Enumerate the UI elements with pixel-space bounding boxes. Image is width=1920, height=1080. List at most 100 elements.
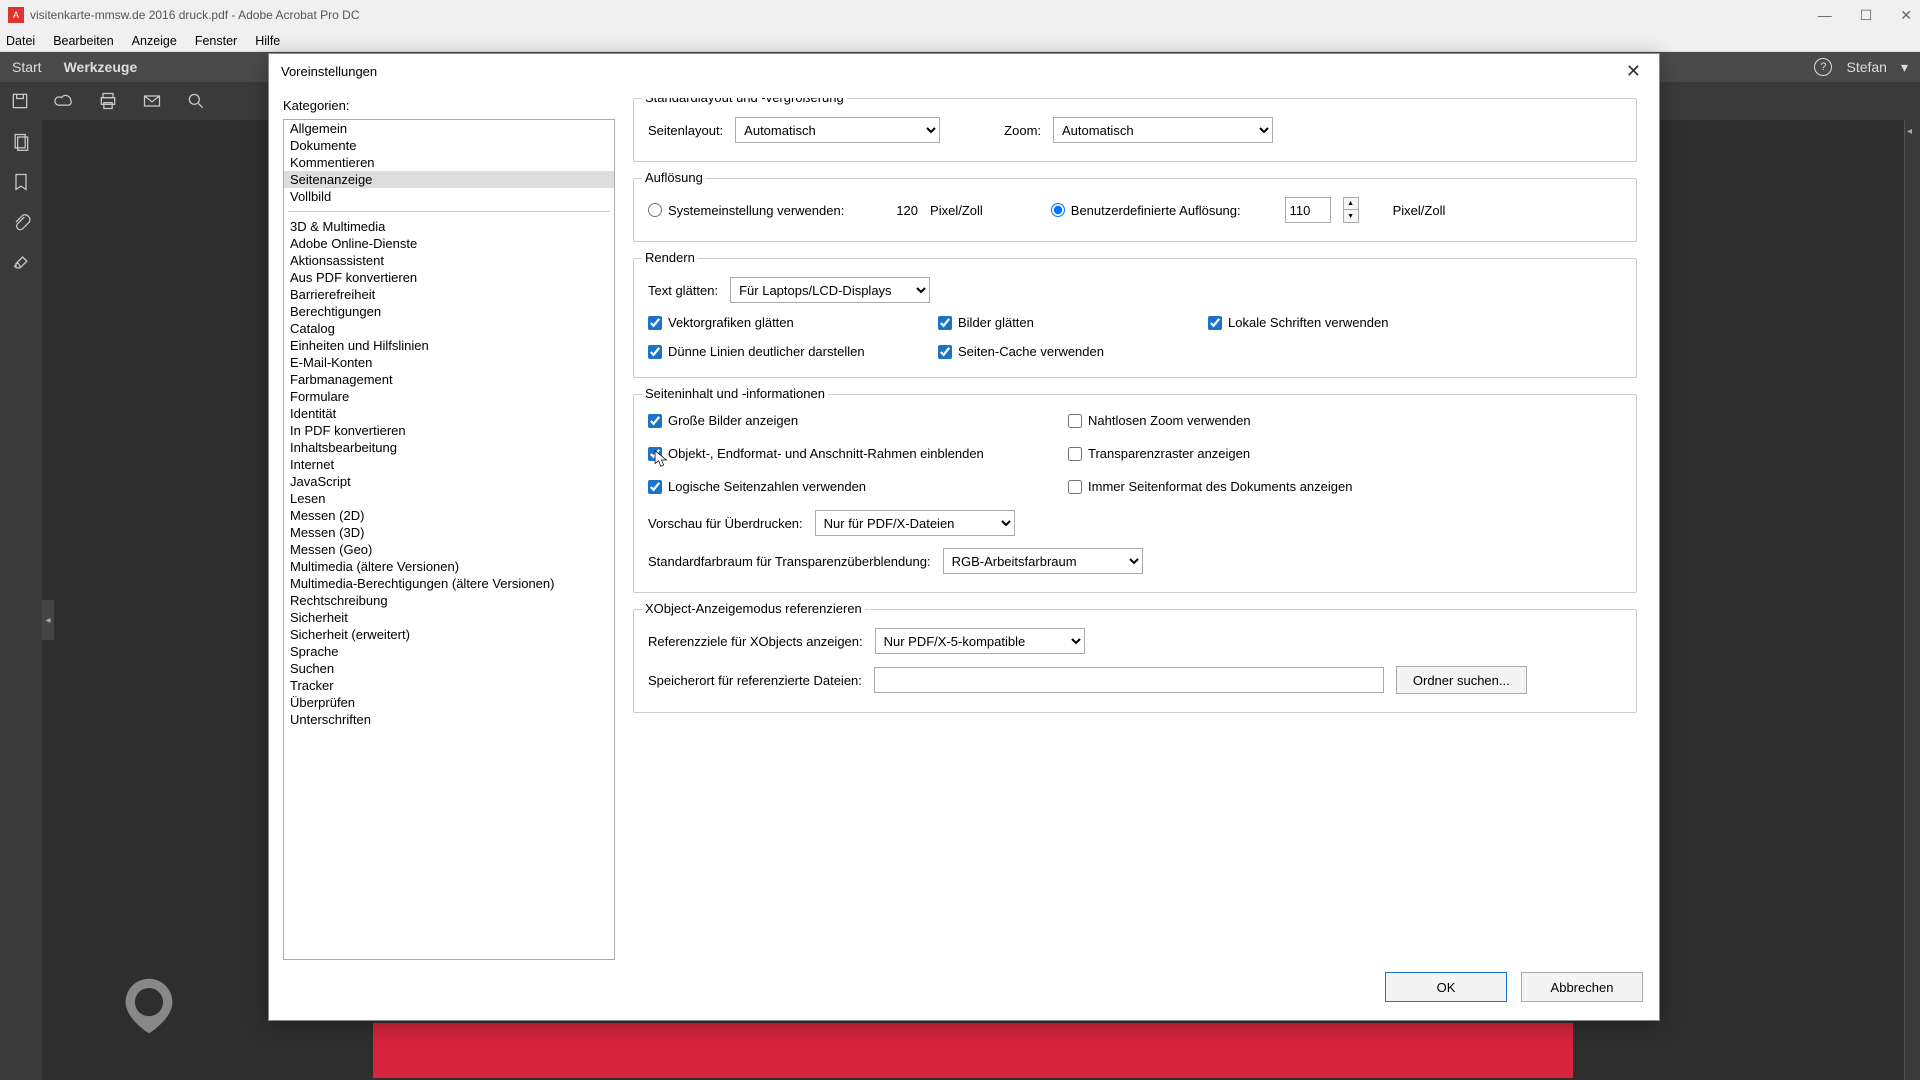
- ok-button[interactable]: OK: [1385, 972, 1507, 1002]
- category-item[interactable]: Vollbild: [284, 188, 614, 205]
- local-fonts-checkbox[interactable]: [1208, 316, 1222, 330]
- menu-bearbeiten[interactable]: Bearbeiten: [53, 34, 113, 48]
- user-resolution-input[interactable]: [1285, 197, 1331, 223]
- user-dropdown-icon[interactable]: ▾: [1901, 59, 1908, 76]
- category-item[interactable]: Internet: [284, 456, 614, 473]
- mail-icon[interactable]: [142, 91, 162, 111]
- left-nav-panel: ◂: [0, 120, 42, 1080]
- blend-select[interactable]: RGB-Arbeitsfarbraum: [943, 548, 1143, 574]
- transparency-grid-label: Transparenzraster anzeigen: [1088, 446, 1250, 461]
- category-separator: [288, 211, 610, 212]
- big-images-label: Große Bilder anzeigen: [668, 413, 798, 428]
- category-item[interactable]: Einheiten und Hilfslinien: [284, 337, 614, 354]
- category-item[interactable]: Seitenanzeige: [284, 171, 614, 188]
- category-item[interactable]: Multimedia (ältere Versionen): [284, 558, 614, 575]
- zoom-select[interactable]: Automatisch: [1053, 117, 1273, 143]
- browse-folder-button[interactable]: Ordner suchen...: [1396, 666, 1527, 694]
- search-icon[interactable]: [186, 91, 206, 111]
- frames-checkbox[interactable]: [648, 447, 662, 461]
- category-item[interactable]: Dokumente: [284, 137, 614, 154]
- transparency-grid-checkbox[interactable]: [1068, 447, 1082, 461]
- window-title: visitenkarte-mmsw.de 2016 druck.pdf - Ad…: [30, 8, 360, 22]
- ref-location-input[interactable]: [874, 667, 1384, 693]
- menu-datei[interactable]: Datei: [6, 34, 35, 48]
- category-item[interactable]: Barrierefreiheit: [284, 286, 614, 303]
- frames-label: Objekt-, Endformat- und Anschnitt-Rahmen…: [668, 446, 984, 461]
- category-item[interactable]: Messen (Geo): [284, 541, 614, 558]
- save-icon[interactable]: [10, 91, 30, 111]
- user-name[interactable]: Stefan: [1846, 59, 1886, 75]
- system-resolution-radio[interactable]: [648, 203, 662, 217]
- category-item[interactable]: Aus PDF konvertieren: [284, 269, 614, 286]
- category-item[interactable]: Messen (2D): [284, 507, 614, 524]
- category-item[interactable]: Messen (3D): [284, 524, 614, 541]
- system-resolution-value: 120: [896, 203, 918, 218]
- signature-icon[interactable]: [11, 252, 31, 272]
- category-item[interactable]: Sicherheit (erweitert): [284, 626, 614, 643]
- overprint-select[interactable]: Nur für PDF/X-Dateien: [815, 510, 1015, 536]
- dialog-close-icon[interactable]: ✕: [1620, 61, 1647, 82]
- cloud-icon[interactable]: [54, 91, 74, 111]
- minimize-icon[interactable]: —: [1818, 7, 1832, 24]
- category-item[interactable]: Catalog: [284, 320, 614, 337]
- window-titlebar: A visitenkarte-mmsw.de 2016 druck.pdf - …: [0, 0, 1920, 30]
- seamless-zoom-checkbox[interactable]: [1068, 414, 1082, 428]
- attachment-icon[interactable]: [11, 212, 31, 232]
- category-item[interactable]: E-Mail-Konten: [284, 354, 614, 371]
- bookmark-icon[interactable]: [11, 172, 31, 192]
- maximize-icon[interactable]: ☐: [1860, 7, 1873, 24]
- category-item[interactable]: JavaScript: [284, 473, 614, 490]
- ref-location-label: Speicherort für referenzierte Dateien:: [648, 673, 862, 688]
- right-tools-strip[interactable]: [1904, 120, 1920, 1080]
- group-xobject-title: XObject-Anzeigemodus referenzieren: [642, 601, 865, 616]
- category-item[interactable]: Adobe Online-Dienste: [284, 235, 614, 252]
- always-page-format-checkbox[interactable]: [1068, 480, 1082, 494]
- smooth-images-checkbox[interactable]: [938, 316, 952, 330]
- cancel-button[interactable]: Abbrechen: [1521, 972, 1643, 1002]
- pages-icon[interactable]: [11, 132, 31, 152]
- category-item[interactable]: Formulare: [284, 388, 614, 405]
- seamless-zoom-label: Nahtlosen Zoom verwenden: [1088, 413, 1251, 428]
- menu-fenster[interactable]: Fenster: [195, 34, 237, 48]
- smooth-text-select[interactable]: Für Laptops/LCD-Displays: [730, 277, 930, 303]
- category-item[interactable]: Kommentieren: [284, 154, 614, 171]
- category-item[interactable]: Sprache: [284, 643, 614, 660]
- document-logo: [110, 967, 188, 1050]
- category-item[interactable]: Multimedia-Berechtigungen (ältere Versio…: [284, 575, 614, 592]
- category-item[interactable]: Rechtschreibung: [284, 592, 614, 609]
- logical-pages-checkbox[interactable]: [648, 480, 662, 494]
- category-item[interactable]: Lesen: [284, 490, 614, 507]
- print-icon[interactable]: [98, 91, 118, 111]
- help-icon[interactable]: ?: [1814, 58, 1832, 76]
- category-item[interactable]: Identität: [284, 405, 614, 422]
- category-item[interactable]: In PDF konvertieren: [284, 422, 614, 439]
- category-item[interactable]: Allgemein: [284, 120, 614, 137]
- group-pagecontent: Seiteninhalt und -informationen Große Bi…: [633, 394, 1637, 593]
- user-resolution-radio[interactable]: [1051, 203, 1065, 217]
- category-item[interactable]: Unterschriften: [284, 711, 614, 728]
- thin-lines-checkbox[interactable]: [648, 345, 662, 359]
- category-item[interactable]: 3D & Multimedia: [284, 218, 614, 235]
- close-icon[interactable]: ✕: [1900, 7, 1912, 24]
- category-item[interactable]: Tracker: [284, 677, 614, 694]
- system-resolution-label: Systemeinstellung verwenden:: [668, 203, 844, 218]
- category-item[interactable]: Farbmanagement: [284, 371, 614, 388]
- big-images-checkbox[interactable]: [648, 414, 662, 428]
- page-layout-select[interactable]: Automatisch: [735, 117, 940, 143]
- tab-start[interactable]: Start: [12, 59, 42, 75]
- tab-werkzeuge[interactable]: Werkzeuge: [64, 59, 138, 75]
- smooth-vector-checkbox[interactable]: [648, 316, 662, 330]
- category-item[interactable]: Berechtigungen: [284, 303, 614, 320]
- dialog-title: Voreinstellungen: [281, 64, 377, 79]
- category-item[interactable]: Suchen: [284, 660, 614, 677]
- category-item[interactable]: Aktionsassistent: [284, 252, 614, 269]
- category-item[interactable]: Überprüfen: [284, 694, 614, 711]
- menu-hilfe[interactable]: Hilfe: [255, 34, 280, 48]
- categories-list[interactable]: AllgemeinDokumenteKommentierenSeitenanze…: [283, 119, 615, 960]
- ref-targets-select[interactable]: Nur PDF/X-5-kompatible: [875, 628, 1085, 654]
- page-cache-checkbox[interactable]: [938, 345, 952, 359]
- category-item[interactable]: Inhaltsbearbeitung: [284, 439, 614, 456]
- resolution-spinner[interactable]: ▲▼: [1343, 197, 1359, 223]
- menu-anzeige[interactable]: Anzeige: [132, 34, 177, 48]
- category-item[interactable]: Sicherheit: [284, 609, 614, 626]
